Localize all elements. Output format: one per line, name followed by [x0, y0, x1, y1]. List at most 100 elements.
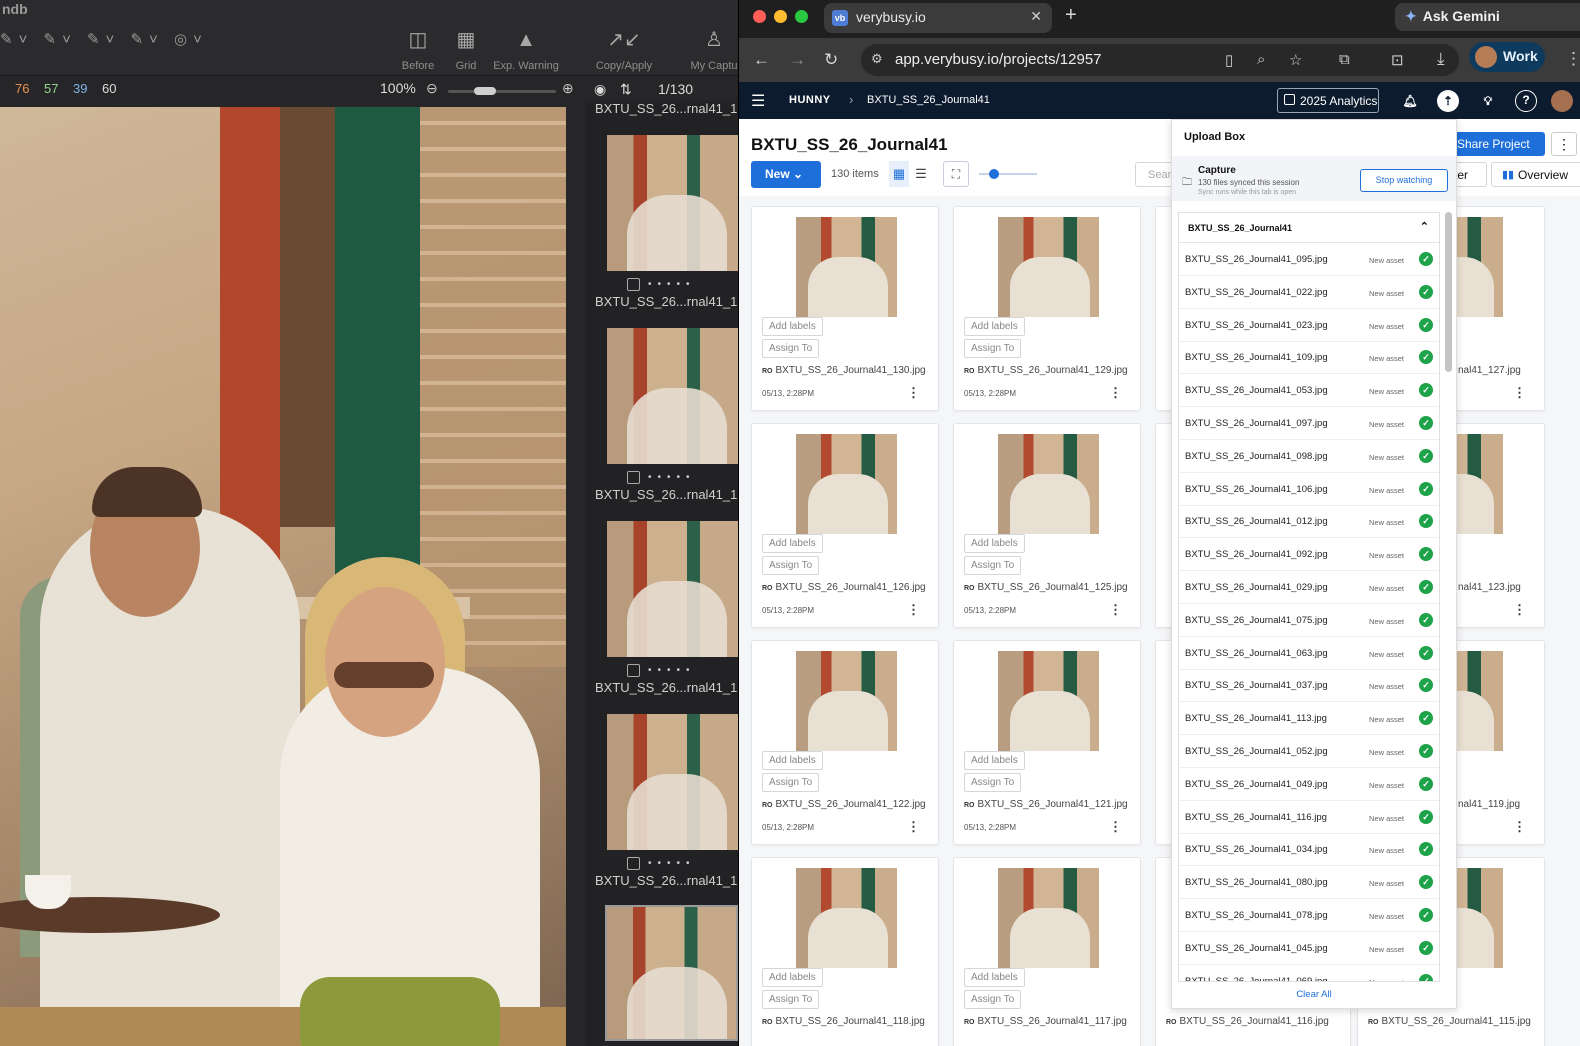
asset-card[interactable]: Add labels Assign To RO BXTU_SS_26_Journa…: [751, 206, 939, 411]
upload-row[interactable]: BXTU_SS_26_Journal41_053.jpg New asset ✓: [1179, 374, 1439, 408]
select-checkbox[interactable]: [627, 471, 640, 484]
zoom-out-icon[interactable]: ⊖: [426, 80, 438, 97]
avatar[interactable]: [1551, 90, 1573, 112]
exposure-warning-button[interactable]: ▲ Exp. Warning: [490, 28, 562, 72]
add-labels-button[interactable]: Add labels: [964, 751, 1025, 770]
asset-thumbnail[interactable]: [998, 217, 1099, 317]
clear-all-button[interactable]: Clear All: [1172, 989, 1456, 1000]
thumbnail-size-slider[interactable]: [979, 173, 1037, 175]
upload-row[interactable]: BXTU_SS_26_Journal41_075.jpg New asset ✓: [1179, 604, 1439, 637]
kebab-menu-icon[interactable]: ⋮: [907, 819, 920, 835]
close-window-icon[interactable]: [753, 10, 766, 23]
upload-row[interactable]: BXTU_SS_26_Journal41_098.jpg New asset ✓: [1179, 440, 1439, 473]
add-labels-button[interactable]: Add labels: [964, 317, 1025, 336]
assign-to-button[interactable]: Assign To: [762, 990, 820, 1009]
reload-icon[interactable]: ↻: [824, 50, 838, 70]
sort-icon[interactable]: ⇅: [620, 81, 632, 98]
add-labels-button[interactable]: Add labels: [762, 751, 823, 770]
kebab-menu-icon[interactable]: ⋮: [1513, 602, 1526, 618]
assign-to-button[interactable]: Assign To: [762, 339, 820, 358]
stop-watching-button[interactable]: Stop watching: [1360, 169, 1448, 192]
upload-row[interactable]: BXTU_SS_26_Journal41_029.jpg New asset ✓: [1179, 571, 1439, 604]
new-button[interactable]: New ⌄: [751, 161, 821, 188]
assign-to-button[interactable]: Assign To: [964, 990, 1022, 1009]
back-icon[interactable]: ←: [753, 50, 770, 70]
zoom-icon[interactable]: ⌕: [1257, 51, 1265, 68]
eye-icon[interactable]: ◉: [594, 81, 606, 98]
cast-icon[interactable]: ⊡: [1391, 51, 1404, 69]
hamburger-icon[interactable]: ☰: [751, 91, 765, 111]
assign-to-button[interactable]: Assign To: [762, 556, 820, 575]
assign-to-button[interactable]: Assign To: [964, 339, 1022, 358]
upload-row[interactable]: BXTU_SS_26_Journal41_109.jpg New asset ✓: [1179, 341, 1439, 375]
add-labels-button[interactable]: Add labels: [964, 534, 1025, 553]
upload-row[interactable]: BXTU_SS_26_Journal41_022.jpg New asset ✓: [1179, 276, 1439, 309]
kebab-menu-icon[interactable]: ⋮: [907, 385, 920, 401]
upload-row[interactable]: BXTU_SS_26_Journal41_037.jpg New asset ✓: [1179, 669, 1439, 703]
upload-row[interactable]: BXTU_SS_26_Journal41_069.jpg New asset ✓: [1179, 965, 1439, 981]
analytics-button[interactable]: 2025 Analytics: [1277, 88, 1379, 113]
chevron-up-icon[interactable]: ⌃: [1420, 220, 1429, 233]
upload-row[interactable]: BXTU_SS_26_Journal41_049.jpg New asset ✓: [1179, 768, 1439, 801]
filmstrip-thumb[interactable]: [607, 135, 740, 271]
page-icon[interactable]: ▯: [1225, 51, 1233, 69]
share-project-button[interactable]: Share Project: [1445, 132, 1545, 156]
close-tab-icon[interactable]: ✕: [1030, 8, 1042, 25]
asset-thumbnail[interactable]: [998, 434, 1099, 534]
assign-to-button[interactable]: Assign To: [762, 773, 820, 792]
overview-button[interactable]: ▮▮ Overview: [1491, 162, 1580, 187]
assign-to-button[interactable]: Assign To: [964, 556, 1022, 575]
kebab-menu-icon[interactable]: ⋮: [1513, 385, 1526, 401]
asset-thumbnail[interactable]: [796, 651, 897, 751]
asset-thumbnail[interactable]: [796, 217, 897, 317]
asset-card[interactable]: Add labels Assign To RO BXTU_SS_26_Journa…: [751, 423, 939, 628]
download-icon[interactable]: ⤓: [1437, 49, 1445, 69]
add-labels-button[interactable]: Add labels: [762, 534, 823, 553]
upload-row[interactable]: BXTU_SS_26_Journal41_116.jpg New asset ✓: [1179, 801, 1439, 834]
lightbulb-icon[interactable]: 💡︎: [1477, 90, 1499, 112]
assign-to-button[interactable]: Assign To: [964, 773, 1022, 792]
add-labels-button[interactable]: Add labels: [964, 968, 1025, 987]
breadcrumb[interactable]: BXTU_SS_26_Journal41: [867, 94, 990, 106]
asset-card[interactable]: Add labels Assign To RO BXTU_SS_26_Journa…: [953, 206, 1141, 411]
pen-tools[interactable]: ✎˅ ✎˅ ✎˅ ✎˅ ◎˅: [0, 30, 208, 48]
asset-card[interactable]: Add labels Assign To RO BXTU_SS_26_Journa…: [953, 640, 1141, 845]
asset-thumbnail[interactable]: [998, 868, 1099, 968]
filmstrip-thumb-selected[interactable]: [605, 905, 738, 1041]
main-photo-viewer[interactable]: [0, 107, 566, 1046]
slider-handle[interactable]: [989, 169, 999, 179]
upload-row[interactable]: BXTU_SS_26_Journal41_113.jpg New asset ✓: [1179, 702, 1439, 736]
upload-row[interactable]: BXTU_SS_26_Journal41_052.jpg New asset ✓: [1179, 735, 1439, 768]
extensions-icon[interactable]: ⧉: [1339, 51, 1350, 68]
upload-row[interactable]: BXTU_SS_26_Journal41_080.jpg New asset ✓: [1179, 866, 1439, 900]
select-checkbox[interactable]: [627, 857, 640, 870]
forward-icon[interactable]: →: [789, 50, 806, 70]
asset-thumbnail[interactable]: [796, 434, 897, 534]
search-input[interactable]: Sear: [1135, 162, 1175, 187]
add-labels-button[interactable]: Add labels: [762, 317, 823, 336]
upload-row[interactable]: BXTU_SS_26_Journal41_045.jpg New asset ✓: [1179, 932, 1439, 965]
upload-list[interactable]: BXTU_SS_26_Journal41 ⌃ BXTU_SS_26_Journal…: [1178, 212, 1440, 982]
kebab-menu-icon[interactable]: ⋮: [907, 602, 920, 618]
kebab-menu-icon[interactable]: ⋮: [1513, 819, 1526, 835]
asset-card[interactable]: Add labels Assign To RO BXTU_SS_26_Journa…: [953, 423, 1141, 628]
upload-row[interactable]: BXTU_SS_26_Journal41_012.jpg New asset ✓: [1179, 505, 1439, 539]
grid-button[interactable]: ▦ Grid: [446, 28, 486, 72]
upload-row[interactable]: BXTU_SS_26_Journal41_097.jpg New asset ✓: [1179, 407, 1439, 440]
asset-card[interactable]: Add labels Assign To RO BXTU_SS_26_Journa…: [953, 857, 1141, 1046]
menu-icon[interactable]: ⋮: [1565, 49, 1580, 69]
kebab-menu-icon[interactable]: ⋮: [1109, 819, 1122, 835]
kebab-menu-icon[interactable]: ⋮: [1109, 385, 1122, 401]
site-settings-icon[interactable]: ⚙: [871, 51, 889, 69]
profile-button[interactable]: Work: [1469, 42, 1545, 72]
help-icon[interactable]: ?: [1515, 90, 1537, 112]
select-checkbox[interactable]: [627, 278, 640, 291]
asset-thumbnail[interactable]: [796, 868, 897, 968]
add-labels-button[interactable]: Add labels: [762, 968, 823, 987]
zoom-in-icon[interactable]: ⊕: [562, 80, 574, 97]
list-view-icon[interactable]: ☰: [911, 161, 931, 187]
upload-row[interactable]: BXTU_SS_26_Journal41_095.jpg New asset ✓: [1179, 243, 1439, 276]
bookmark-star-icon[interactable]: ☆: [1289, 51, 1302, 69]
upload-row[interactable]: BXTU_SS_26_Journal41_063.jpg New asset ✓: [1179, 637, 1439, 670]
before-button[interactable]: ◫ Before: [396, 28, 440, 72]
